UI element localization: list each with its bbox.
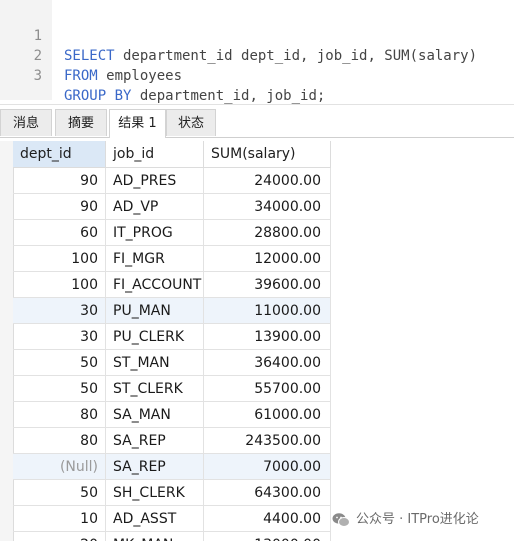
cell-dept-id[interactable]: 100 xyxy=(13,272,106,298)
cell-sum-salary[interactable]: 4400.00 xyxy=(204,506,331,532)
code-line-1[interactable]: 1 SELECT department_id dept_id, job_id, … xyxy=(0,6,477,64)
cell-sum-salary[interactable]: 61000.00 xyxy=(204,402,331,428)
cell-dept-id[interactable]: 20 xyxy=(13,532,106,541)
cell-sum-salary[interactable]: 24000.00 xyxy=(204,168,331,194)
table-row[interactable]: 60 IT_PROG 28800.00 xyxy=(13,220,331,246)
tab-result-1[interactable]: 结果 1 xyxy=(109,109,166,138)
table-row[interactable]: (Null) SA_REP 7000.00 xyxy=(13,454,331,480)
cell-job-id[interactable]: SH_CLERK xyxy=(106,480,204,506)
cell-job-id[interactable]: AD_PRES xyxy=(106,168,204,194)
table-row[interactable]: 50 ST_CLERK 55700.00 xyxy=(13,376,331,402)
cell-job-id[interactable]: IT_PROG xyxy=(106,220,204,246)
line-number: 3 xyxy=(33,68,42,84)
cell-sum-salary[interactable]: 39600.00 xyxy=(204,272,331,298)
cell-dept-id[interactable]: 30 xyxy=(13,298,106,324)
sql-keyword: FROM xyxy=(64,68,98,84)
cell-dept-id[interactable]: (Null) xyxy=(13,454,106,480)
cell-dept-id[interactable]: 90 xyxy=(13,168,106,194)
cell-sum-salary[interactable]: 13900.00 xyxy=(204,324,331,350)
cell-job-id[interactable]: SA_REP xyxy=(106,428,204,454)
wechat-icon xyxy=(332,513,350,527)
cell-dept-id[interactable]: 100 xyxy=(13,246,106,272)
cell-job-id[interactable]: FI_ACCOUNT xyxy=(106,272,204,298)
table-row[interactable]: 50 ST_MAN 36400.00 xyxy=(13,350,331,376)
cell-dept-id[interactable]: 30 xyxy=(13,324,106,350)
sql-editor[interactable]: 1 SELECT department_id dept_id, job_id, … xyxy=(0,0,514,104)
row-indicator-column[interactable] xyxy=(0,141,14,541)
table-row[interactable]: 90 AD_VP 34000.00 xyxy=(13,194,331,220)
cell-dept-id[interactable]: 80 xyxy=(13,402,106,428)
cell-dept-id[interactable]: 80 xyxy=(13,428,106,454)
cell-sum-salary[interactable]: 11000.00 xyxy=(204,298,331,324)
cell-sum-salary[interactable]: 64300.00 xyxy=(204,480,331,506)
table-row[interactable]: 50 SH_CLERK 64300.00 xyxy=(13,480,331,506)
sql-keyword: SELECT xyxy=(64,48,115,64)
cell-sum-salary[interactable]: 55700.00 xyxy=(204,376,331,402)
cell-job-id[interactable]: ST_MAN xyxy=(106,350,204,376)
tab-messages[interactable]: 消息 xyxy=(0,109,52,136)
cell-dept-id[interactable]: 90 xyxy=(13,194,106,220)
cell-sum-salary[interactable]: 13000.00 xyxy=(204,532,331,541)
table-row[interactable]: 80 SA_MAN 61000.00 xyxy=(13,402,331,428)
cell-job-id[interactable]: FI_MGR xyxy=(106,246,204,272)
cell-dept-id[interactable]: 50 xyxy=(13,376,106,402)
cell-dept-id[interactable]: 50 xyxy=(13,480,106,506)
cell-job-id[interactable]: PU_MAN xyxy=(106,298,204,324)
cell-job-id[interactable]: AD_VP xyxy=(106,194,204,220)
tab-status[interactable]: 状态 xyxy=(166,109,216,136)
column-header-dept-id[interactable]: dept_id xyxy=(13,141,106,168)
column-header-job-id[interactable]: job_id xyxy=(106,141,204,168)
column-header-sum-salary[interactable]: SUM(salary) xyxy=(204,141,331,168)
table-row[interactable]: 30 PU_MAN 11000.00 xyxy=(13,298,331,324)
cell-job-id[interactable]: MK_MAN xyxy=(106,532,204,541)
cell-sum-salary[interactable]: 28800.00 xyxy=(204,220,331,246)
cell-sum-salary[interactable]: 7000.00 xyxy=(204,454,331,480)
sql-text: employees xyxy=(97,68,183,84)
cell-job-id[interactable]: SA_REP xyxy=(106,454,204,480)
code-line-2[interactable]: 2 FROM employees xyxy=(0,26,182,84)
cell-dept-id[interactable]: 10 xyxy=(13,506,106,532)
tab-summary[interactable]: 摘要 xyxy=(55,109,107,136)
table-row[interactable]: 100 FI_ACCOUNT 39600.00 xyxy=(13,272,331,298)
watermark-text: 公众号 · ITPro进化论 xyxy=(356,512,479,527)
table-row[interactable]: 100 FI_MGR 12000.00 xyxy=(13,246,331,272)
cell-job-id[interactable]: ST_CLERK xyxy=(106,376,204,402)
cell-sum-salary[interactable]: 34000.00 xyxy=(204,194,331,220)
sql-text: department_id, job_id; xyxy=(131,88,326,104)
table-row[interactable]: 20MK_MAN13000.00 xyxy=(13,532,331,541)
cell-sum-salary[interactable]: 243500.00 xyxy=(204,428,331,454)
code-line-3[interactable]: 3 GROUP BY department_id, job_id; xyxy=(0,46,326,104)
cell-sum-salary[interactable]: 12000.00 xyxy=(204,246,331,272)
table-row[interactable]: 80 SA_REP 243500.00 xyxy=(13,428,331,454)
cell-dept-id[interactable]: 50 xyxy=(13,350,106,376)
sql-text: department_id dept_id, job_id, SUM(salar… xyxy=(114,48,478,64)
cell-dept-id[interactable]: 60 xyxy=(13,220,106,246)
cell-job-id[interactable]: SA_MAN xyxy=(106,402,204,428)
table-row[interactable]: 10 AD_ASST 4400.00 xyxy=(13,506,331,532)
panel-divider[interactable] xyxy=(0,104,514,105)
cell-job-id[interactable]: AD_ASST xyxy=(106,506,204,532)
cell-sum-salary[interactable]: 36400.00 xyxy=(204,350,331,376)
table-row[interactable]: 90 AD_PRES 24000.00 xyxy=(13,168,331,194)
result-grid[interactable]: dept_id job_id SUM(salary) 90 AD_PRES 2400… xyxy=(0,141,514,541)
result-tabbar: 消息 摘要 结果 1 状态 xyxy=(0,109,514,138)
cell-job-id[interactable]: PU_CLERK xyxy=(106,324,204,350)
table-row[interactable]: 30 PU_CLERK 13900.00 xyxy=(13,324,331,350)
sql-keyword: GROUP BY xyxy=(64,88,132,104)
